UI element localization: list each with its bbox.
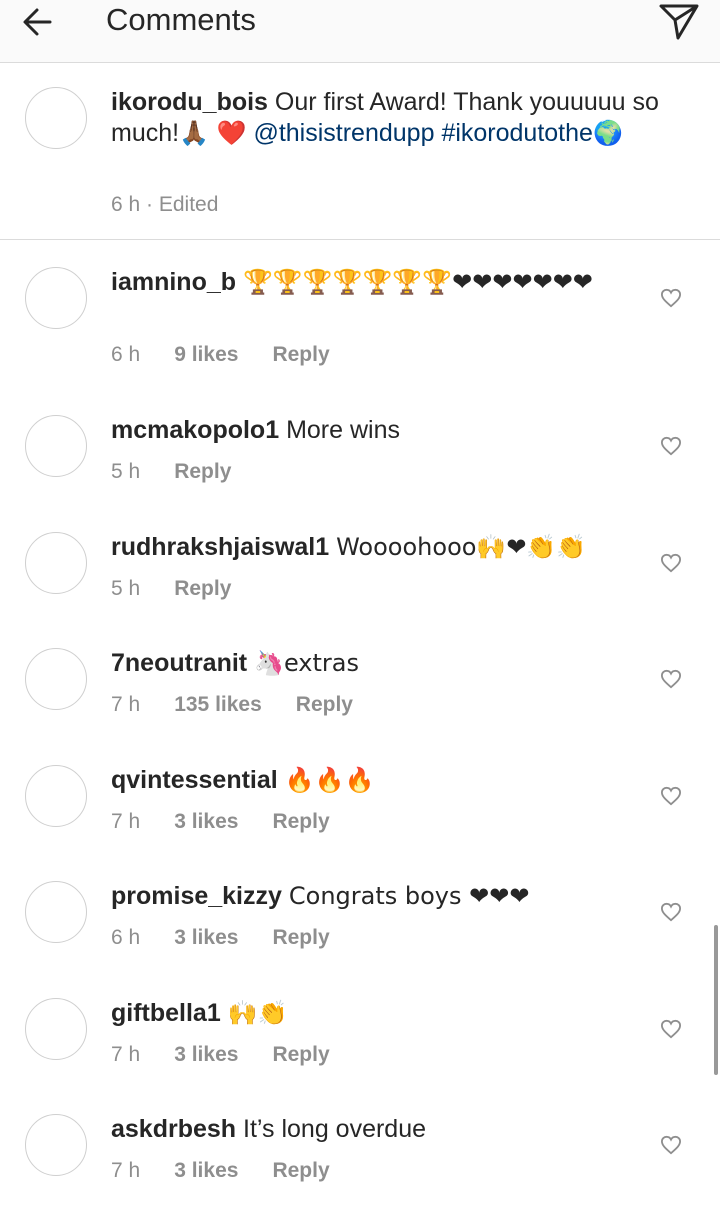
post-caption: ikorodu_bois Our first Award! Thank youu… xyxy=(0,62,720,240)
comment-meta: 7 h 3 likes Reply xyxy=(111,809,364,835)
comment-time: 5 h xyxy=(111,460,141,483)
comment-body: Woooohooo🙌❤👏👏 xyxy=(336,533,587,561)
comment-meta: 6 h 9 likes Reply xyxy=(111,342,364,368)
comment-meta: 7 h 135 likes Reply xyxy=(111,692,387,718)
heart-outline-icon[interactable] xyxy=(660,288,682,308)
reply-button[interactable]: Reply xyxy=(174,576,231,602)
comment-meta: 7 h 3 likes Reply xyxy=(111,1158,364,1184)
comment-username[interactable]: rudhrakshjaiswal1 xyxy=(111,533,329,561)
avatar[interactable] xyxy=(25,648,87,710)
avatar[interactable] xyxy=(25,532,87,594)
avatar[interactable] xyxy=(25,415,87,477)
comment-text: iamnino_b 🏆🏆🏆🏆🏆🏆🏆❤❤❤❤❤❤❤ xyxy=(111,267,631,298)
reply-button[interactable]: Reply xyxy=(296,692,353,718)
heart-outline-icon[interactable] xyxy=(660,1019,682,1039)
heart-outline-icon[interactable] xyxy=(660,902,682,922)
globe-emoji: 🌍 xyxy=(592,119,623,147)
comment-text: qvintessential 🔥🔥🔥 xyxy=(111,765,631,796)
reply-button[interactable]: Reply xyxy=(272,1042,329,1068)
avatar[interactable] xyxy=(25,267,87,329)
heart-outline-icon[interactable] xyxy=(660,669,682,689)
caption-edited: · Edited xyxy=(146,193,219,216)
reply-button[interactable]: Reply xyxy=(272,925,329,951)
caption-text: ikorodu_bois Our first Award! Thank youu… xyxy=(111,87,681,149)
comment-likes[interactable]: 135 likes xyxy=(174,692,262,718)
caption-emoji: 🙏🏾 ❤️ xyxy=(179,119,247,147)
comment-meta: 6 h 3 likes Reply xyxy=(111,925,364,951)
comment-username[interactable]: 7neoutranit xyxy=(111,649,247,677)
header-bar: Comments xyxy=(0,0,720,63)
comment-likes[interactable]: 3 likes xyxy=(174,1158,238,1184)
comment-text: giftbella1 🙌👏 xyxy=(111,998,631,1029)
comment-text: promise_kizzy Congrats boys ❤❤❤ xyxy=(111,881,631,912)
avatar[interactable] xyxy=(25,998,87,1060)
comment-body: 🙌👏 xyxy=(227,999,288,1027)
caption-username[interactable]: ikorodu_bois xyxy=(111,88,268,116)
share-button[interactable] xyxy=(658,2,700,42)
comment-time: 6 h xyxy=(111,343,141,366)
comment-username[interactable]: mcmakopolo1 xyxy=(111,416,279,444)
avatar[interactable] xyxy=(25,87,87,149)
reply-button[interactable]: Reply xyxy=(272,809,329,835)
comment-body: 🔥🔥🔥 xyxy=(284,766,375,794)
reply-button[interactable]: Reply xyxy=(272,1158,329,1184)
comment-username[interactable]: qvintessential xyxy=(111,766,278,794)
comment-body: 🦄extras xyxy=(254,649,359,677)
comment-body: It’s long overdue xyxy=(243,1115,427,1143)
comment-time: 7 h xyxy=(111,1043,141,1066)
comment-text: mcmakopolo1 More wins xyxy=(111,415,631,446)
page-title: Comments xyxy=(106,2,256,37)
back-button[interactable] xyxy=(20,4,64,40)
comment-text: rudhrakshjaiswal1 Woooohooo🙌❤👏👏 xyxy=(111,532,631,563)
caption-meta: 6 h · Edited xyxy=(111,192,218,218)
heart-outline-icon[interactable] xyxy=(660,436,682,456)
scrollbar[interactable] xyxy=(714,925,718,1075)
avatar[interactable] xyxy=(25,881,87,943)
reply-button[interactable]: Reply xyxy=(174,459,231,485)
comment-time: 6 h xyxy=(111,926,141,949)
reply-button[interactable]: Reply xyxy=(272,342,329,368)
comment-time: 7 h xyxy=(111,1159,141,1182)
heart-outline-icon[interactable] xyxy=(660,553,682,573)
heart-outline-icon[interactable] xyxy=(660,1135,682,1155)
comment-username[interactable]: promise_kizzy xyxy=(111,882,282,910)
comment-likes[interactable]: 3 likes xyxy=(174,809,238,835)
caption-time: 6 h xyxy=(111,193,141,216)
paper-plane-icon xyxy=(659,4,699,40)
comment-body: More wins xyxy=(286,416,400,444)
comment-text: askdrbesh It’s long overdue xyxy=(111,1114,631,1145)
comment-body: Congrats boys ❤❤❤ xyxy=(288,882,530,910)
comment-time: 7 h xyxy=(111,810,141,833)
heart-outline-icon[interactable] xyxy=(660,786,682,806)
comment-likes[interactable]: 3 likes xyxy=(174,1042,238,1068)
avatar[interactable] xyxy=(25,765,87,827)
comment-username[interactable]: askdrbesh xyxy=(111,1115,236,1143)
comment-meta: 5 h Reply xyxy=(111,459,265,485)
comment-likes[interactable]: 9 likes xyxy=(174,342,238,368)
comment-username[interactable]: giftbella1 xyxy=(111,999,221,1027)
comment-text: 7neoutranit 🦄extras xyxy=(111,648,631,679)
comment-body: 🏆🏆🏆🏆🏆🏆🏆❤❤❤❤❤❤❤ xyxy=(242,268,593,296)
caption-hashtag[interactable]: #ikorodutothe xyxy=(441,119,593,147)
arrow-left-icon xyxy=(23,8,52,36)
comment-likes[interactable]: 3 likes xyxy=(174,925,238,951)
comment-username[interactable]: iamnino_b xyxy=(111,268,236,296)
comment-meta: 7 h 3 likes Reply xyxy=(111,1042,364,1068)
caption-mention[interactable]: @thisistrendupp xyxy=(253,119,434,147)
avatar[interactable] xyxy=(25,1114,87,1176)
comment-time: 7 h xyxy=(111,693,141,716)
comment-time: 5 h xyxy=(111,577,141,600)
comment-meta: 5 h Reply xyxy=(111,576,265,602)
